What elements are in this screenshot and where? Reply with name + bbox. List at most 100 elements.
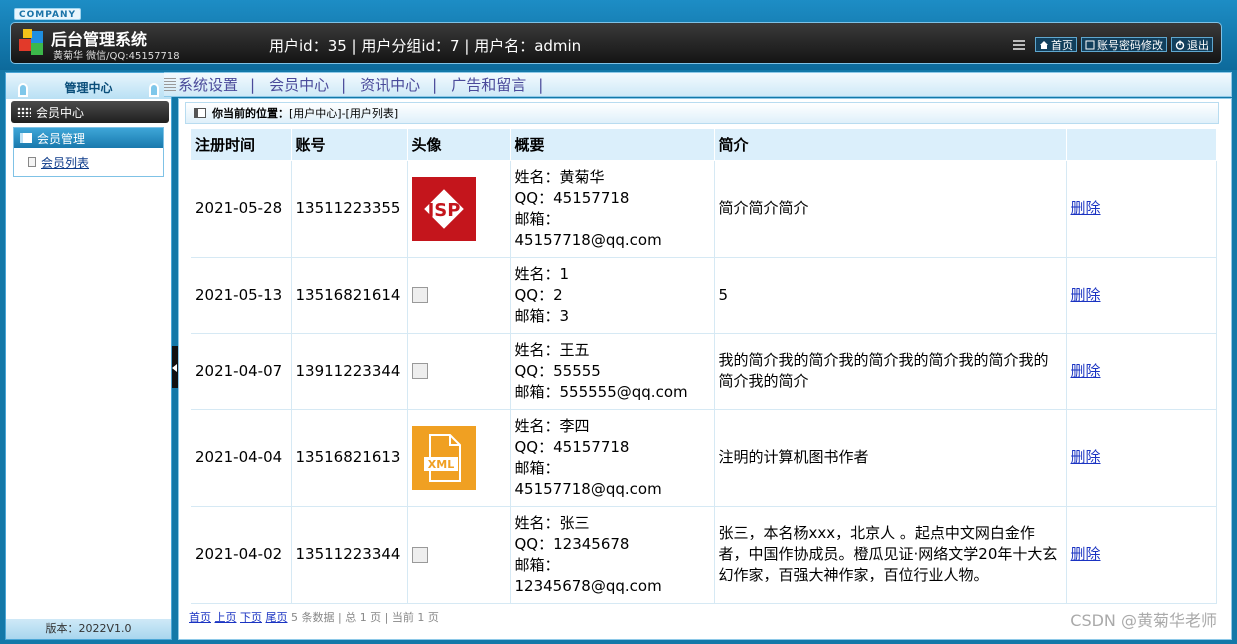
grip-icon: [164, 77, 176, 92]
cell-summary: 姓名：王五 QQ：55555 邮箱：555555@qq.com: [510, 332, 715, 410]
menu-news-center[interactable]: 资讯中心: [360, 74, 432, 95]
member-table: 注册时间 账号 头像 概要 简介 2021-05-28 13511223355 …: [191, 129, 1217, 604]
sidebar-group-member-management[interactable]: 会员管理: [14, 128, 163, 148]
document-icon: [1085, 40, 1095, 49]
header-register-time: 注册时间: [191, 129, 292, 160]
cell-summary: 姓名：黄菊华 QQ：45157718 邮箱： 45157718@qq.com: [510, 159, 715, 258]
cell-intro: 5: [714, 256, 1067, 334]
header-bar: 后台管理系统 黄菊华 微信/QQ:45157718 用户id：35 | 用户分组…: [10, 22, 1222, 64]
table-row: 2021-04-02 13511223344 姓名：张三 QQ：12345678…: [191, 505, 1217, 604]
version-label: 版本：2022V1.0: [6, 619, 171, 639]
cell-account: 13516821613: [291, 408, 408, 507]
cell-operation: 删除: [1066, 159, 1217, 258]
window-icon: [194, 108, 206, 118]
company-badge: COMPANY: [14, 8, 81, 20]
cell-operation: 删除: [1066, 408, 1217, 507]
delete-link[interactable]: 删除: [1071, 199, 1101, 217]
home-icon: [1040, 40, 1048, 49]
sidebar-item-member-list: 会员列表: [14, 148, 163, 176]
cell-time: 2021-04-02: [191, 505, 292, 604]
cell-time: 2021-05-28: [191, 159, 292, 258]
sidebar-group: 会员管理 会员列表: [13, 127, 164, 177]
cell-avatar: [407, 505, 511, 604]
member-list-link[interactable]: 会员列表: [41, 154, 89, 171]
table-row: 2021-05-28 13511223355 JSP 姓名：黄菊华 QQ：451…: [191, 159, 1217, 258]
xml-file-icon: XML: [411, 425, 476, 490]
cell-summary: 姓名：李四 QQ：45157718 邮箱： 45157718@qq.com: [510, 408, 715, 507]
sidebar: 管理中心 会员中心 会员管理 会员列表 版本：2022V1.0: [5, 72, 172, 640]
cell-avatar: [407, 332, 511, 410]
logo-cubes-icon: [19, 29, 43, 55]
cell-summary: 姓名：1 QQ：2 邮箱：3: [510, 256, 715, 334]
table-row: 2021-04-04 13516821613 XML 姓名：李四 QQ：4515…: [191, 408, 1217, 507]
cell-time: 2021-04-04: [191, 408, 292, 507]
cell-account: 13516821614: [291, 256, 408, 334]
next-page-link[interactable]: 下页: [240, 611, 262, 624]
sidebar-header: 管理中心: [6, 73, 171, 99]
pagination-info: 5 条数据 | 总 1 页 | 当前 1 页: [291, 611, 439, 624]
cell-account: 13511223355: [291, 159, 408, 258]
grid-dots-icon: [17, 107, 31, 117]
book-icon: [20, 133, 32, 143]
top-menu: 系统设置 | 会员中心 | 资讯中心 | 广告和留言 |: [164, 72, 1232, 97]
prev-page-link[interactable]: 上页: [215, 611, 237, 624]
breadcrumb-path: [用户中心]-[用户列表]: [289, 107, 399, 120]
grip-icon: [1013, 39, 1025, 50]
change-password-link[interactable]: 账号密码修改: [1081, 37, 1167, 52]
cell-avatar: XML: [407, 408, 511, 507]
sidebar-section-member[interactable]: 会员中心: [11, 101, 169, 123]
arrow-left-icon: [172, 364, 177, 372]
cell-avatar: JSP: [407, 159, 511, 258]
header-intro: 简介: [714, 129, 1067, 160]
breadcrumb: 你当前的位置： [用户中心]-[用户列表]: [185, 102, 1219, 124]
header-operation: [1066, 129, 1217, 160]
system-subtitle: 黄菊华 微信/QQ:45157718: [53, 51, 180, 62]
cell-summary: 姓名：张三 QQ：12345678 邮箱： 12345678@qq.com: [510, 505, 715, 604]
breadcrumb-label: 你当前的位置：: [212, 107, 289, 120]
table-row: 2021-05-13 13516821614 姓名：1 QQ：2 邮箱：3 5 …: [191, 256, 1217, 334]
main-content: 你当前的位置： [用户中心]-[用户列表] 注册时间 账号 头像 概要 简介 2…: [178, 98, 1232, 640]
cell-intro: 张三，本名杨xxx，北京人 。起点中文网白金作者，中国作协成员。橙瓜见证·网络文…: [714, 505, 1067, 604]
document-icon: [28, 157, 36, 167]
delete-link[interactable]: 删除: [1071, 362, 1101, 380]
cell-operation: 删除: [1066, 505, 1217, 604]
delete-link[interactable]: 删除: [1071, 545, 1101, 563]
delete-link[interactable]: 删除: [1071, 448, 1101, 466]
menu-system-settings[interactable]: 系统设置: [178, 74, 250, 95]
cell-operation: 删除: [1066, 256, 1217, 334]
delete-link[interactable]: 删除: [1071, 286, 1101, 304]
broken-image-icon: [411, 363, 428, 379]
watermark: CSDN @黄菊华老师: [1070, 611, 1217, 630]
pagination: 首页 上页 下页 尾页 5 条数据 | 总 1 页 | 当前 1 页: [189, 609, 439, 625]
avatar-text: JSP: [425, 200, 460, 221]
user-info: 用户id：35 | 用户分组id：7 | 用户名：admin: [269, 37, 582, 55]
header-summary: 概要: [510, 129, 715, 160]
power-icon: [1175, 40, 1185, 50]
cell-operation: 删除: [1066, 332, 1217, 410]
cell-intro: 我的简介我的简介我的简介我的简介我的简介我的简介我的简介: [714, 332, 1067, 410]
sidebar-title: 管理中心: [64, 81, 113, 95]
menu-ads-messages[interactable]: 广告和留言: [451, 74, 538, 95]
last-page-link[interactable]: 尾页: [266, 611, 288, 624]
top-links: 首页 账号密码修改 退出: [1013, 37, 1213, 52]
broken-image-icon: [411, 287, 428, 303]
avatar-text: XML: [427, 458, 453, 471]
table-header-row: 注册时间 账号 头像 概要 简介: [191, 129, 1217, 160]
home-link[interactable]: 首页: [1035, 37, 1077, 52]
menu-member-center[interactable]: 会员中心: [269, 74, 341, 95]
cell-time: 2021-04-07: [191, 332, 292, 410]
header-account: 账号: [291, 129, 408, 160]
cell-avatar: [407, 256, 511, 334]
table-row: 2021-04-07 13911223344 姓名：王五 QQ：55555 邮箱…: [191, 332, 1217, 410]
cell-time: 2021-05-13: [191, 256, 292, 334]
logout-link[interactable]: 退出: [1171, 37, 1213, 52]
top-header: COMPANY 后台管理系统 黄菊华 微信/QQ:45157718 用户id：3…: [0, 0, 1237, 70]
jsp-avatar-icon: JSP: [411, 176, 476, 241]
first-page-link[interactable]: 首页: [189, 611, 211, 624]
broken-image-icon: [411, 546, 428, 563]
cell-intro: 简介简介简介: [714, 159, 1067, 258]
cell-account: 13511223344: [291, 505, 408, 604]
cell-intro: 注明的计算机图书作者: [714, 408, 1067, 507]
header-avatar: 头像: [407, 129, 511, 160]
cell-account: 13911223344: [291, 332, 408, 410]
